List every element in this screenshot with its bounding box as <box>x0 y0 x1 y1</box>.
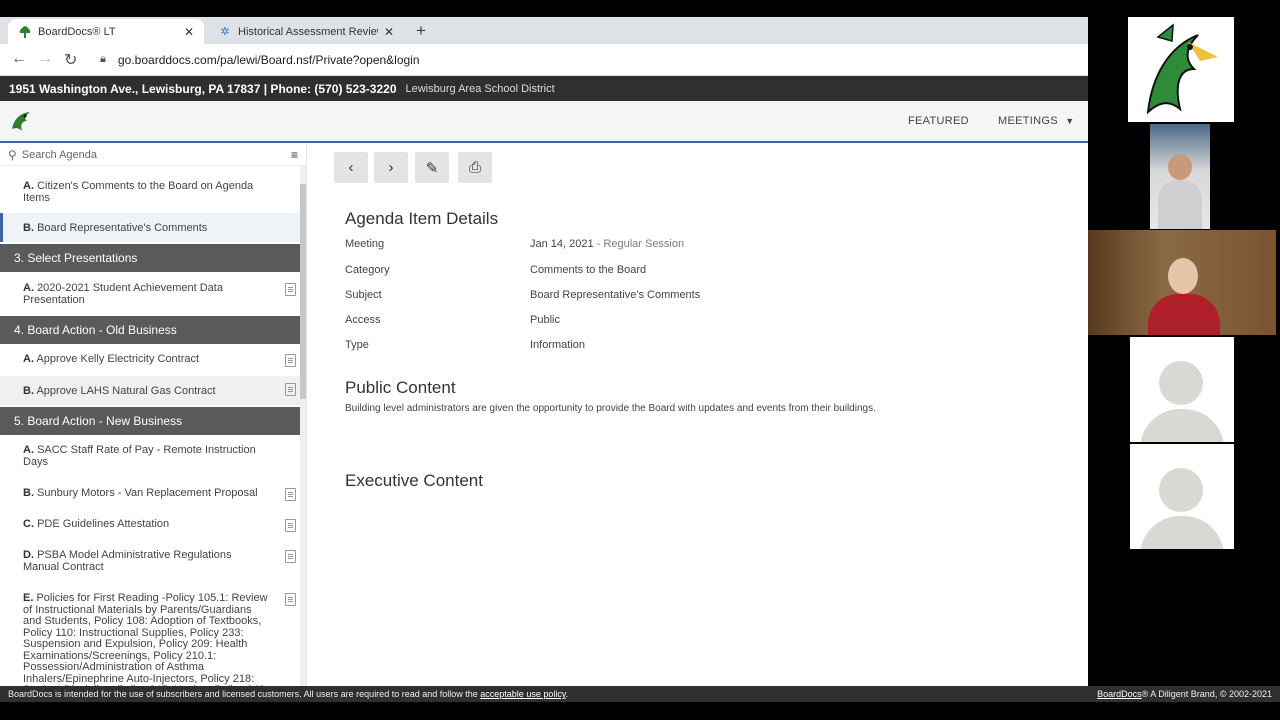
video-gallery <box>1088 17 1280 549</box>
agenda-section[interactable]: 3. Select Presentations <box>0 244 300 272</box>
chevron-left-icon: ‹ <box>348 159 354 176</box>
tab-historical-assessment[interactable]: ✲ Historical Assessment Review 20... ✕ <box>208 19 404 44</box>
agenda-sidebar: ⚲ Search Agenda ≡ A. Citizen's Comments … <box>0 144 307 686</box>
globe-icon: ✲ <box>220 26 230 38</box>
agenda-item[interactable]: A. Approve Kelly Electricity Contract <box>0 353 300 367</box>
detail-label: Category <box>345 264 390 276</box>
nav-meetings[interactable]: MEETINGS ▼ <box>998 115 1074 127</box>
tab-title: Historical Assessment Review 20... <box>238 25 378 38</box>
detail-value: Comments to the Board <box>530 264 647 276</box>
detail-label: Subject <box>345 289 382 301</box>
detail-value: Jan 14, 2021 - Regular Session <box>530 238 685 250</box>
document-icon[interactable] <box>285 593 296 606</box>
new-tab-icon[interactable]: + <box>416 21 426 41</box>
speaker-video <box>1088 230 1276 335</box>
search-icon: ⚲ <box>8 147 17 162</box>
top-black-bar <box>0 0 1280 17</box>
detail-value: Board Representative's Comments <box>530 289 701 301</box>
agenda-item-selected[interactable]: B. Board Representative's Comments <box>0 213 300 242</box>
site-nav: FEATURED MEETINGS ▼ <box>0 101 1088 143</box>
public-content-heading: Public Content <box>345 378 456 397</box>
boarddocs-link[interactable]: BoardDocs <box>1097 689 1142 699</box>
footer-disclaimer: BoardDocs is intended for the use of sub… <box>8 689 569 699</box>
page-footer: BoardDocs is intended for the use of sub… <box>0 686 1280 702</box>
district-address: 1951 Washington Ave., Lewisburg, PA 1783… <box>9 81 397 96</box>
video-tile-no-camera <box>1088 337 1276 442</box>
executive-content-heading: Executive Content <box>345 471 483 490</box>
close-icon[interactable]: ✕ <box>184 25 194 39</box>
document-icon[interactable] <box>285 383 296 396</box>
video-tile-logo <box>1088 17 1276 122</box>
chevron-right-icon: › <box>388 159 394 176</box>
printer-icon: ⎙ <box>468 159 481 176</box>
document-icon[interactable] <box>285 354 296 367</box>
district-name: Lewisburg Area School District <box>405 82 555 95</box>
agenda-section[interactable]: 4. Board Action - Old Business <box>0 316 300 344</box>
agenda-section[interactable]: 5. Board Action - New Business <box>0 407 300 435</box>
previous-item-button[interactable]: ‹ <box>334 152 368 183</box>
edit-button[interactable]: ✎ <box>415 152 449 183</box>
print-button[interactable]: ⎙ <box>458 152 492 183</box>
next-item-button[interactable]: › <box>374 152 408 183</box>
pencil-icon: ✎ <box>425 159 439 177</box>
detail-label: Type <box>345 339 369 351</box>
agenda-item[interactable]: B. Approve LAHS Natural Gas Contract <box>0 376 300 405</box>
tab-strip: BoardDocs® LT ✕ ✲ Historical Assessment … <box>0 17 1088 44</box>
document-icon[interactable] <box>285 550 296 563</box>
back-arrow-icon[interactable]: ← <box>11 50 27 68</box>
site-info-bar: 1951 Washington Ave., Lewisburg, PA 1783… <box>0 76 1088 101</box>
detail-label: Meeting <box>345 238 385 250</box>
search-input[interactable]: Search Agenda <box>22 149 97 161</box>
avatar <box>1130 444 1234 549</box>
dragon-logo-icon[interactable] <box>8 109 34 135</box>
reload-icon[interactable]: ↻ <box>64 50 77 70</box>
agenda-item[interactable]: E. Policies for First Reading -Policy 10… <box>0 592 300 686</box>
agenda-item-details-heading: Agenda Item Details <box>345 209 499 228</box>
agenda-item[interactable]: C. PDE Guidelines Attestation <box>0 518 300 532</box>
video-tile-no-camera <box>1088 444 1276 549</box>
agenda-item[interactable]: B. Sunbury Motors - Van Replacement Prop… <box>0 487 300 501</box>
address-bar: ← → ↻ 🔒︎ go.boarddocs.com/pa/lewi/Board.… <box>0 44 1088 76</box>
close-icon[interactable]: ✕ <box>384 25 394 39</box>
lock-icon: 🔒︎ <box>100 53 106 65</box>
nav-meetings-label: MEETINGS <box>998 115 1058 127</box>
footer-copyright: BoardDocs® A Diligent Brand, © 2002-2021 <box>1097 689 1272 699</box>
nav-featured[interactable]: FEATURED <box>908 115 969 127</box>
document-icon[interactable] <box>285 519 296 532</box>
agenda-item[interactable]: A. 2020-2021 Student Achievement Data Pr… <box>0 282 300 306</box>
dragon-mascot-logo-icon <box>1128 17 1234 122</box>
tab-boarddocs[interactable]: BoardDocs® LT ✕ <box>8 19 204 44</box>
detail-label: Access <box>345 314 381 326</box>
document-icon[interactable] <box>285 488 296 501</box>
participant-video <box>1150 124 1210 229</box>
tab-title: BoardDocs® LT <box>38 25 116 38</box>
url-field[interactable]: go.boarddocs.com/pa/lewi/Board.nsf/Priva… <box>118 53 420 67</box>
video-tile-speaker <box>1088 230 1276 335</box>
scrollbar-thumb[interactable] <box>300 184 306 399</box>
document-icon[interactable] <box>285 283 296 296</box>
agenda-item[interactable]: D. PSBA Model Administrative Regulations… <box>0 549 300 573</box>
acceptable-use-link[interactable]: acceptable use policy <box>480 689 565 699</box>
chevron-down-icon: ▼ <box>1065 116 1075 126</box>
detail-value: Public <box>530 314 560 326</box>
public-content-text: Building level administrators are given … <box>345 403 876 414</box>
agenda-item[interactable]: A. SACC Staff Rate of Pay - Remote Instr… <box>0 444 300 468</box>
browser-window: BoardDocs® LT ✕ ✲ Historical Assessment … <box>0 17 1088 686</box>
detail-value: Information <box>530 339 586 351</box>
search-agenda[interactable]: ⚲ Search Agenda ≡ <box>0 144 306 166</box>
menu-icon[interactable]: ≡ <box>291 148 298 162</box>
video-tile-participant <box>1088 124 1276 229</box>
tree-icon <box>18 25 32 39</box>
agenda-item[interactable]: A. Citizen's Comments to the Board on Ag… <box>0 180 300 204</box>
avatar <box>1130 337 1234 442</box>
forward-arrow-icon[interactable]: → <box>37 50 53 68</box>
